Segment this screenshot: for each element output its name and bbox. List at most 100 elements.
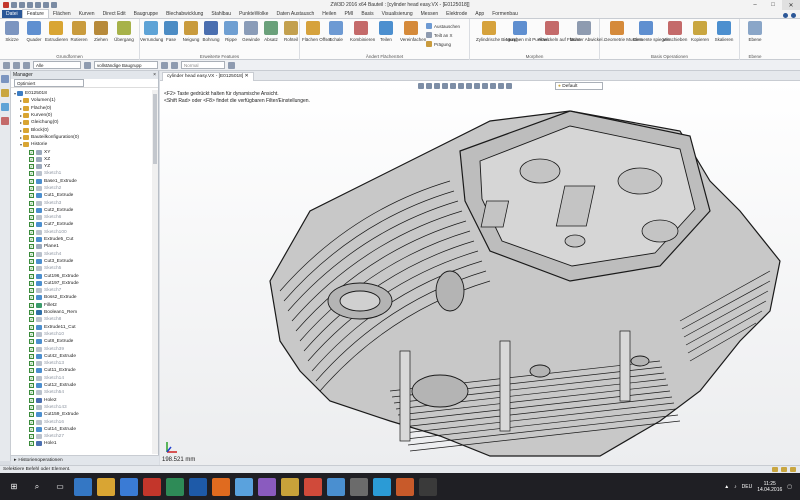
zw3d-app-icon[interactable] [143,477,161,496]
start-icon[interactable]: ⊞ [5,478,23,496]
light-icon[interactable] [466,83,472,89]
tree-item[interactable]: ✓ Cut42_Extrude [11,353,152,360]
visibility-checkbox[interactable]: ✓ [29,390,34,396]
gewinde-button[interactable]: Gewinde [240,21,262,42]
tree-item[interactable]: ✓ Boss2_Extrude [11,294,152,301]
tab-feature[interactable]: Feature [21,9,49,18]
pick-icon[interactable] [13,61,20,69]
units-icon[interactable] [790,467,796,472]
notification-icon[interactable]: ▢ [787,484,792,490]
redo-icon[interactable] [43,2,49,8]
visibility-checkbox[interactable]: ✓ [29,237,34,243]
tree-item[interactable]: ✓ Cut197_Extrude [11,280,152,287]
tree-item[interactable]: ▸ Kurven(0) [11,112,152,119]
skype-icon[interactable] [373,477,391,496]
tab-blechabwicklung[interactable]: Blechabwicklung [162,10,207,18]
scrollbar-thumb[interactable] [153,94,157,164]
praegung-button[interactable]: Prägung [426,41,451,47]
skalieren-button[interactable]: Skalieren [713,21,735,42]
tree-item[interactable]: ✓ Plane1 [11,243,152,250]
visibility-checkbox[interactable]: ✓ [29,222,34,228]
zylindrische-biegung-button[interactable]: Zylindrische Biegung [476,21,518,42]
tree-item[interactable]: ✓ Cut1_Extrude [11,192,152,199]
elemente-spiegeln-button[interactable]: Elemente spiegeln [633,21,670,42]
tab-app[interactable]: App [471,10,488,18]
network-icon[interactable]: ▲ [724,484,729,490]
tab-basis[interactable]: Basis [357,10,377,18]
absatz-button[interactable]: Absatz [260,21,282,42]
tree-item[interactable]: ✓ Base1_Extrude [11,178,152,185]
mail-icon[interactable] [235,477,253,496]
tree-item[interactable]: ✓ Sketch8 [11,316,152,323]
tree-item[interactable]: ▾ Historie [11,141,152,148]
tree-item[interactable]: ✓ Sketch14 [11,375,152,382]
tree-item[interactable]: ▸ Gleichung(0) [11,119,152,126]
task-view-icon[interactable]: ▭ [51,478,69,496]
visibility-checkbox[interactable]: ✓ [29,412,34,418]
info-icon[interactable] [791,13,796,18]
tab-stahlbau[interactable]: Stahlbau [207,10,235,18]
tree-item[interactable]: ✓ Sketch7 [11,287,152,294]
ziehen-button[interactable]: Ziehen [90,21,112,42]
tree-item[interactable]: ▸ Fläche(0) [11,105,152,112]
fase-button[interactable]: Fase [160,21,182,42]
minimize-button[interactable]: – [746,0,764,10]
tab-datei[interactable]: Datei [2,10,22,18]
visibility-checkbox[interactable]: ✓ [29,288,34,294]
tab-kurven[interactable]: Kurven [75,10,99,18]
tree-item[interactable]: ✓ Sketch5 [11,265,152,272]
word-icon[interactable] [189,477,207,496]
visibility-checkbox[interactable]: ✓ [29,244,34,250]
visibility-checkbox[interactable]: ✓ [29,266,34,272]
tab-formenbau[interactable]: Formenbau [488,10,522,18]
pdf-icon[interactable] [304,477,322,496]
layer-icon[interactable] [1,103,9,111]
render-mode-select[interactable]: Normal [181,61,225,69]
cylinder-head-model[interactable] [240,91,785,463]
store-icon[interactable] [120,477,138,496]
visibility-checkbox[interactable]: ✓ [29,419,34,425]
render-icon[interactable] [171,61,178,69]
tree-item[interactable]: ✓ Extrude11_Cut [11,324,152,331]
uebergang-button[interactable]: Übergang [113,21,135,42]
kopieren-button[interactable]: Kopieren [689,21,711,42]
rippe-button[interactable]: Rippe [220,21,242,42]
bohrung-button[interactable]: Bohrung [200,21,222,42]
filter-icon[interactable] [3,61,10,69]
visibility-checkbox[interactable]: ✓ [29,229,34,235]
tree-item[interactable]: ✓ Cut11_Extrude [11,367,152,374]
visibility-checkbox[interactable]: ✓ [29,302,34,308]
tree-item[interactable]: ✓ Cut159_Extrude [11,411,152,418]
tree-item[interactable]: ✓ Sketch100 [11,229,152,236]
tab-flaechen[interactable]: Flächen [49,10,75,18]
tree-item[interactable]: ✓ Sketch143 [11,404,152,411]
visibility-checkbox[interactable]: ✓ [29,258,34,264]
visibility-checkbox[interactable]: ✓ [29,331,34,337]
tree-item[interactable]: ✓ Cut3_Extrude [11,258,152,265]
visibility-checkbox[interactable]: ✓ [29,317,34,323]
folder-app-icon[interactable] [281,477,299,496]
tree-item[interactable]: ✓ Hole1 [11,440,152,447]
visibility-checkbox[interactable]: ✓ [29,426,34,432]
close-button[interactable]: ✕ [782,0,800,10]
visibility-checkbox[interactable]: ✓ [29,207,34,213]
tree-item[interactable]: ▸ Block(0) [11,126,152,133]
abwickeln-auf-flaeche-button[interactable]: Abwickeln auf Fläche [538,21,581,42]
view-style-select[interactable]: ● Default [555,82,603,90]
tree-item[interactable]: ✓ Cut7_Extrude [11,221,152,228]
tree-item[interactable]: ✓ Sketch54 [11,389,152,396]
history-manager-icon[interactable] [1,75,9,83]
morphen-mit-punkten-button[interactable]: Morphen mit Punkten [506,21,549,42]
panel-close-icon[interactable]: × [153,72,156,78]
tab-close-icon[interactable]: ✕ [245,74,249,79]
view-cube-icon[interactable] [434,83,440,89]
history-operations-bar[interactable]: ▸ Historienoperationen [11,455,159,465]
tree-item[interactable]: ✓ Boolean1_Rem [11,309,152,316]
tree-item[interactable]: ✓ Extrude5_Cut [11,236,152,243]
app-icon[interactable] [258,477,276,496]
wireframe-icon[interactable] [450,83,456,89]
verrundung-button[interactable]: Verrundung [140,21,163,42]
visibility-checkbox[interactable]: ✓ [29,339,34,345]
tool-icon[interactable] [350,477,368,496]
document-tab[interactable]: cylinder head easy.VX - [E0125018] ✕ [162,72,254,81]
